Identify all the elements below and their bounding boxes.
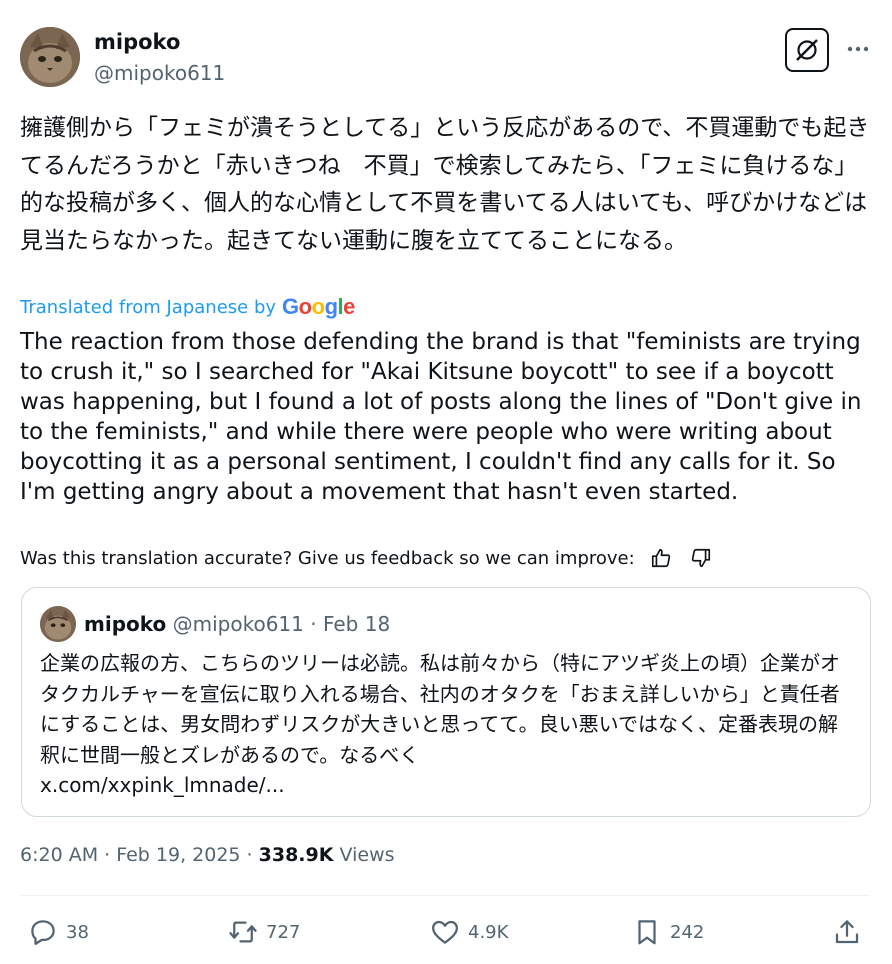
cat-avatar-image xyxy=(20,27,80,87)
quoted-post-body: 企業の広報の方、こちらのツリーは必読。私は前々から（特にアツギ炎上の頃）企業がオ… xyxy=(40,651,840,767)
quoted-post-text: 企業の広報の方、こちらのツリーは必読。私は前々から（特にアツギ炎上の頃）企業がオ… xyxy=(40,648,855,801)
quoted-post-link[interactable]: x.com/xxpink_lmnade/... xyxy=(40,773,285,797)
like-icon xyxy=(432,920,458,944)
post-translated-text: The reaction from those defending the br… xyxy=(20,329,862,505)
more-options-button[interactable] xyxy=(843,34,873,64)
post-timestamp[interactable]: 6:20 AM · Feb 19, 2025 · xyxy=(20,844,253,866)
thumbs-down-icon xyxy=(691,548,710,568)
author-name[interactable]: mipoko xyxy=(94,30,180,54)
grok-icon xyxy=(796,39,818,61)
repost-count: 727 xyxy=(266,921,301,943)
like-count: 4.9K xyxy=(468,921,509,943)
post-timestamp-views: 6:20 AM · Feb 19, 2025 · 338.9K Views xyxy=(20,844,395,866)
google-logo: Google xyxy=(282,294,355,319)
views-count: 338.9K xyxy=(258,844,334,866)
quoted-author-avatar xyxy=(40,606,76,642)
divider xyxy=(20,895,870,896)
translation-label: Translated from Japanese by xyxy=(20,296,277,318)
feedback-prompt: Was this translation accurate? Give us f… xyxy=(20,547,635,569)
reply-icon xyxy=(31,920,55,945)
quoted-post[interactable]: mipoko @mipoko611 · Feb 18 企業の広報の方、こちらのツ… xyxy=(21,587,871,817)
thumbs-up-icon xyxy=(651,548,670,568)
bookmark-icon xyxy=(638,920,656,945)
thumbs-up-button[interactable] xyxy=(647,544,675,572)
quoted-author-name: mipoko xyxy=(84,612,167,636)
translation-attribution[interactable]: Translated from Japanese by Google xyxy=(20,294,355,320)
reply-count: 38 xyxy=(66,921,89,943)
thumbs-down-button[interactable] xyxy=(687,544,715,572)
reply-button[interactable]: 38 xyxy=(26,915,89,949)
cat-avatar-image xyxy=(40,606,76,642)
views-label: Views xyxy=(339,844,395,866)
quoted-post-header: mipoko @mipoko611 · Feb 18 xyxy=(84,612,390,636)
author-handle[interactable]: @mipoko611 xyxy=(94,61,225,85)
grok-button[interactable] xyxy=(785,28,829,72)
like-button[interactable]: 4.9K xyxy=(428,915,508,949)
author-avatar[interactable] xyxy=(20,27,80,87)
bookmark-button[interactable]: 242 xyxy=(630,915,704,949)
more-icon xyxy=(847,46,869,52)
share-button[interactable] xyxy=(830,915,870,949)
translation-feedback: Was this translation accurate? Give us f… xyxy=(20,544,715,572)
repost-icon xyxy=(229,921,257,943)
quoted-post-date: · Feb 18 xyxy=(310,612,391,636)
bookmark-count: 242 xyxy=(670,921,705,943)
share-icon xyxy=(835,920,859,944)
repost-button[interactable]: 727 xyxy=(226,915,300,949)
post-original-text: 擁護側から「フェミが潰そうとしてる」という反応があるので、不買運動でも起きてるん… xyxy=(20,115,870,254)
quoted-author-handle: @mipoko611 xyxy=(172,612,304,636)
